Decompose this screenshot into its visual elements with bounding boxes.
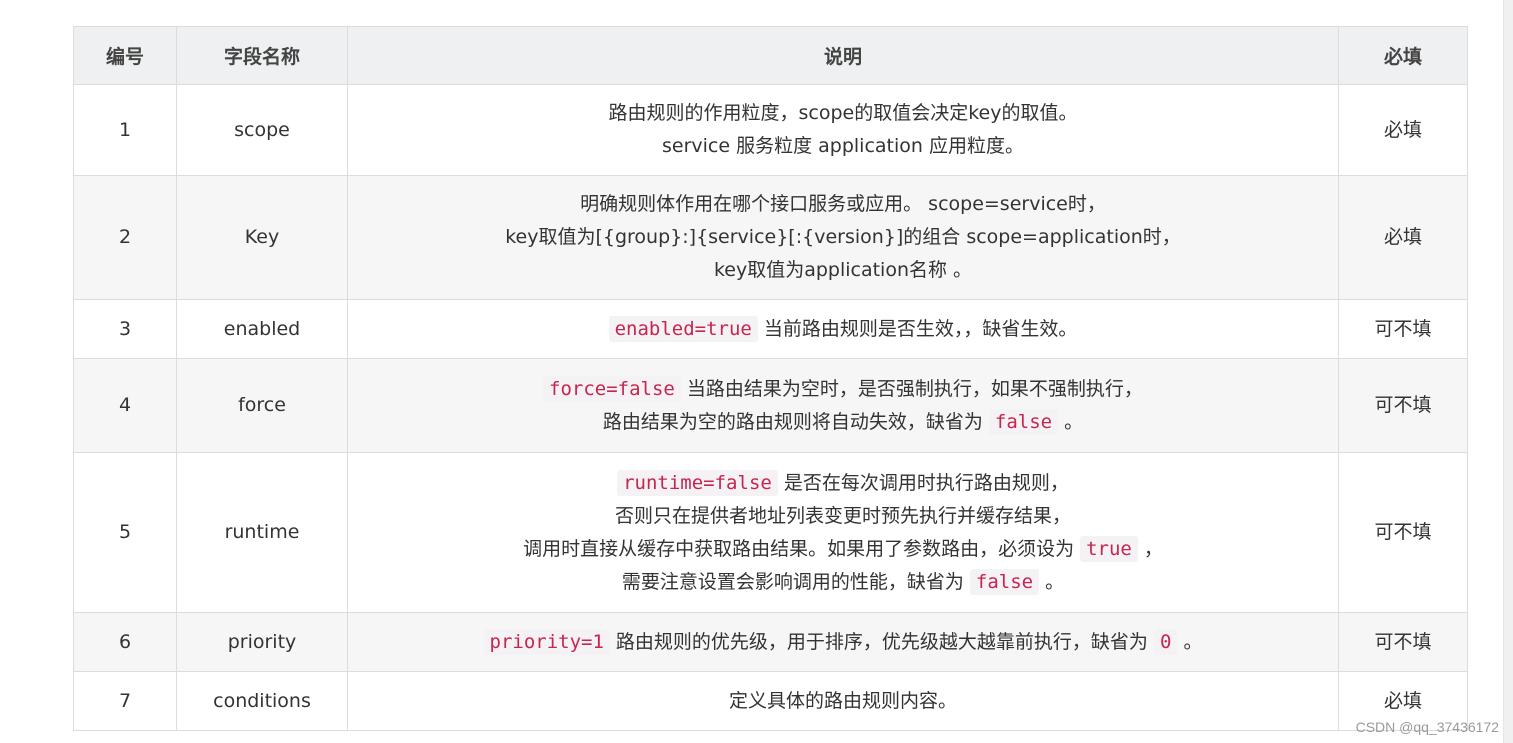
description-text: 需要注意设置会影响调用的性能，缺省为 bbox=[621, 570, 970, 593]
table-body: 1 scope 路由规则的作用粒度，scope的取值会决定key的取值。 servic… bbox=[73, 84, 1468, 731]
description-text: 是否在每次调用时执行路由规则， bbox=[777, 471, 1069, 494]
description-line: priority=1 路由规则的优先级，用于排序，优先级越大越靠前执行，缺省为 … bbox=[356, 626, 1330, 659]
table-header-row: 编号 字段名称 说明 必填 bbox=[73, 26, 1468, 85]
description-text: 路由结果为空的路由规则将自动失效，缺省为 bbox=[602, 410, 989, 433]
inline-code: false bbox=[969, 568, 1040, 595]
table-row: 5 runtime runtime=false 是否在每次调用时执行路由规则， 否则只… bbox=[73, 452, 1468, 613]
cell-number: 4 bbox=[73, 358, 177, 453]
inline-code: enabled=true bbox=[608, 315, 758, 342]
cell-description: force=false 当路由结果为空时，是否强制执行，如果不强制执行， 路由结果… bbox=[347, 358, 1339, 453]
description-text: ， bbox=[1137, 537, 1163, 560]
cell-number: 3 bbox=[73, 299, 177, 359]
table-row: 4 force force=false 当路由结果为空时，是否强制执行，如果不强制执… bbox=[73, 358, 1468, 453]
routing-rule-fields-table: 编号 字段名称 说明 必填 1 scope 路由规则的作用粒度，scope的取值会决… bbox=[73, 26, 1468, 731]
cell-required: 可不填 bbox=[1338, 358, 1468, 453]
cell-number: 7 bbox=[73, 671, 177, 731]
table-row: 1 scope 路由规则的作用粒度，scope的取值会决定key的取值。 servic… bbox=[73, 84, 1468, 176]
cell-description: 定义具体的路由规则内容。 bbox=[347, 671, 1339, 731]
table-row: 3 enabled enabled=true 当前路由规则是否生效，，缺省生效。 可不… bbox=[73, 299, 1468, 359]
table-row: 2 Key 明确规则体作用在哪个接口服务或应用。 scope=service时， ke… bbox=[73, 175, 1468, 300]
description-line: runtime=false 是否在每次调用时执行路由规则， bbox=[356, 467, 1330, 500]
description-line: enabled=true 当前路由规则是否生效，，缺省生效。 bbox=[356, 313, 1330, 346]
cell-required: 可不填 bbox=[1338, 612, 1468, 672]
description-text: 当路由结果为空时，是否强制执行，如果不强制执行， bbox=[680, 377, 1143, 400]
inline-code: priority=1 bbox=[483, 628, 610, 655]
cell-description: enabled=true 当前路由规则是否生效，，缺省生效。 bbox=[347, 299, 1339, 359]
cell-field-name: Key bbox=[176, 175, 348, 300]
cell-required: 必填 bbox=[1338, 175, 1468, 300]
description-line: key取值为[{group}:]{service}[:{version}]的组合… bbox=[356, 221, 1330, 254]
description-text: 调用时直接从缓存中获取路由结果。如果用了参数路由，必须设为 bbox=[523, 537, 1081, 560]
header-description: 说明 bbox=[347, 26, 1339, 85]
description-line: 定义具体的路由规则内容。 bbox=[356, 685, 1330, 718]
cell-description: 路由规则的作用粒度，scope的取值会决定key的取值。 service 服务粒度… bbox=[347, 84, 1339, 176]
cell-field-name: scope bbox=[176, 84, 348, 176]
description-text: key取值为[{group}:]{service}[:{version}]的组合… bbox=[505, 226, 1181, 248]
cell-field-name: force bbox=[176, 358, 348, 453]
cell-number: 6 bbox=[73, 612, 177, 672]
cell-number: 1 bbox=[73, 84, 177, 176]
header-number: 编号 bbox=[73, 26, 177, 85]
inline-code: runtime=false bbox=[617, 469, 778, 496]
cell-field-name: runtime bbox=[176, 452, 348, 613]
vertical-scrollbar[interactable] bbox=[1503, 0, 1513, 743]
description-line: force=false 当路由结果为空时，是否强制执行，如果不强制执行， bbox=[356, 373, 1330, 406]
description-line: 明确规则体作用在哪个接口服务或应用。 scope=service时， bbox=[356, 188, 1330, 221]
cell-field-name: enabled bbox=[176, 299, 348, 359]
description-text: 。 bbox=[1177, 630, 1203, 653]
header-field-name: 字段名称 bbox=[176, 26, 348, 85]
inline-code: force=false bbox=[543, 375, 681, 402]
table-row: 6 priority priority=1 路由规则的优先级，用于排序，优先级越大越… bbox=[73, 612, 1468, 672]
description-text: 定义具体的路由规则内容。 bbox=[728, 689, 957, 712]
description-line: key取值为application名称 。 bbox=[356, 254, 1330, 287]
table-row: 7 conditions 定义具体的路由规则内容。 必填 bbox=[73, 671, 1468, 731]
description-text: 否则只在提供者地址列表变更时预先执行并缓存结果， bbox=[614, 504, 1071, 527]
description-text: 。 bbox=[1058, 410, 1084, 433]
cell-field-name: priority bbox=[176, 612, 348, 672]
description-line: 需要注意设置会影响调用的性能，缺省为 false 。 bbox=[356, 566, 1330, 599]
cell-number: 2 bbox=[73, 175, 177, 300]
cell-required: 可不填 bbox=[1338, 452, 1468, 613]
cell-number: 5 bbox=[73, 452, 177, 613]
watermark: CSDN @qq_37436172 bbox=[1355, 719, 1499, 735]
description-line: 路由规则的作用粒度，scope的取值会决定key的取值。 bbox=[356, 97, 1330, 130]
description-line: 路由结果为空的路由规则将自动失效，缺省为 false 。 bbox=[356, 406, 1330, 439]
cell-required: 必填 bbox=[1338, 84, 1468, 176]
description-text: 明确规则体作用在哪个接口服务或应用。 scope=service时， bbox=[580, 193, 1106, 215]
cell-description: 明确规则体作用在哪个接口服务或应用。 scope=service时， key取值为… bbox=[347, 175, 1339, 300]
description-text: 路由规则的优先级，用于排序，优先级越大越靠前执行，缺省为 bbox=[609, 630, 1154, 653]
description-text: service 服务粒度 application 应用粒度。 bbox=[662, 135, 1024, 157]
description-line: service 服务粒度 application 应用粒度。 bbox=[356, 130, 1330, 163]
cell-field-name: conditions bbox=[176, 671, 348, 731]
header-required: 必填 bbox=[1338, 26, 1468, 85]
cell-description: priority=1 路由规则的优先级，用于排序，优先级越大越靠前执行，缺省为 … bbox=[347, 612, 1339, 672]
description-line: 调用时直接从缓存中获取路由结果。如果用了参数路由，必须设为 true ， bbox=[356, 533, 1330, 566]
description-text: key取值为application名称 。 bbox=[713, 259, 973, 281]
inline-code: true bbox=[1080, 535, 1138, 562]
description-text: 当前路由规则是否生效，，缺省生效。 bbox=[757, 317, 1078, 340]
cell-description: runtime=false 是否在每次调用时执行路由规则， 否则只在提供者地址列表… bbox=[347, 452, 1339, 613]
inline-code: 0 bbox=[1153, 628, 1178, 655]
description-text: 路由规则的作用粒度，scope的取值会决定key的取值。 bbox=[608, 102, 1078, 124]
inline-code: false bbox=[988, 408, 1059, 435]
description-line: 否则只在提供者地址列表变更时预先执行并缓存结果， bbox=[356, 500, 1330, 533]
cell-required: 可不填 bbox=[1338, 299, 1468, 359]
description-text: 。 bbox=[1039, 570, 1065, 593]
